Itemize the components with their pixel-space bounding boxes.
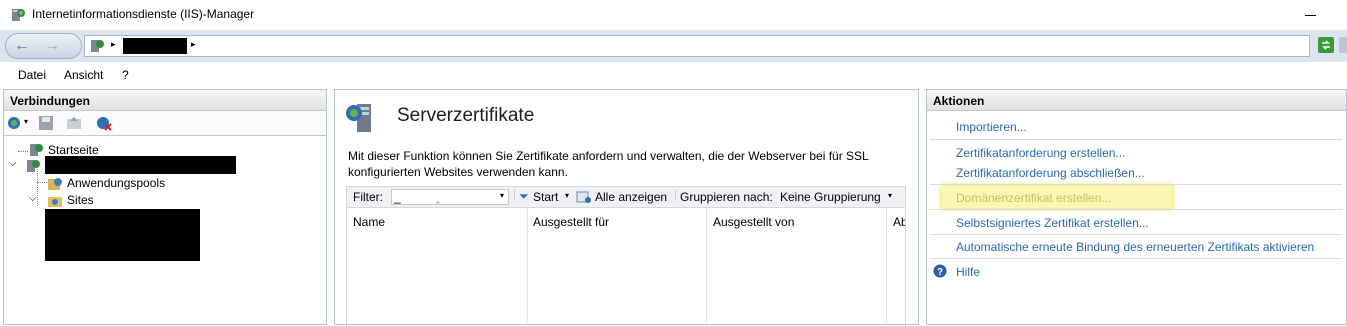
- tree-item-app-pools[interactable]: Anwendungspools: [67, 176, 165, 190]
- dropdown-arrow-icon[interactable]: ▾: [888, 191, 892, 200]
- app-pools-icon: [48, 178, 62, 190]
- start-filter-button[interactable]: Start: [533, 190, 558, 204]
- svg-text:?: ?: [937, 267, 943, 278]
- start-page-icon: [30, 144, 43, 156]
- help-icon: ?: [933, 264, 947, 278]
- toolbar-separator: |: [674, 187, 678, 201]
- server-icon: [27, 160, 40, 172]
- minimize-button[interactable]: [1300, 6, 1320, 22]
- feature-panel: Serverzertifikate Mit dieser Funktion kö…: [334, 89, 919, 326]
- redacted-sites-list: [45, 209, 200, 261]
- feature-description: Mit dieser Funktion können Sie Zertifika…: [348, 149, 869, 179]
- filter-bar: Filter: _ ▾ | ⏷ Start ▾ Alle anzeigen | …: [346, 186, 906, 208]
- sites-folder-icon: [48, 197, 62, 207]
- dropdown-arrow-icon[interactable]: ▾: [24, 117, 28, 126]
- dropdown-arrow-icon[interactable]: ▾: [500, 191, 504, 200]
- action-help[interactable]: Hilfe: [956, 265, 980, 279]
- actions-separator: [930, 234, 1342, 235]
- connect-globe-icon[interactable]: [7, 115, 23, 131]
- actions-header: Aktionen: [927, 90, 1346, 111]
- action-import[interactable]: Importieren...: [956, 120, 1027, 134]
- tree-item-start[interactable]: Startseite: [48, 143, 99, 157]
- redacted-server-node[interactable]: [45, 156, 236, 174]
- column-issued-by[interactable]: Ausgestellt von: [713, 215, 794, 229]
- group-by-select[interactable]: Keine Gruppierung: [780, 190, 881, 204]
- menu-file[interactable]: Datei: [18, 68, 46, 82]
- breadcrumb-arrow-icon[interactable]: ▸: [111, 39, 116, 50]
- expand-chevron-icon[interactable]: ⌵: [9, 158, 17, 169]
- connections-toolbar: ▾: [4, 111, 326, 136]
- refresh-icon[interactable]: [1318, 37, 1334, 53]
- tree-line: [37, 182, 47, 183]
- column-expiration[interactable]: Ab: [893, 215, 905, 229]
- address-bar: ← → ▸ ▸: [0, 30, 1347, 62]
- show-all-icon[interactable]: [576, 190, 592, 205]
- tree-line: [37, 169, 39, 206]
- server-icon: [91, 40, 104, 52]
- filter-input-value: _: [394, 190, 401, 204]
- filter-input[interactable]: _ ▾: [391, 189, 509, 205]
- certificates-grid: ⌃ Name Ausgestellt für Ausgestellt von A…: [346, 200, 906, 326]
- tree-line: [18, 151, 28, 152]
- expand-chevron-icon[interactable]: ⌵: [29, 193, 37, 204]
- iis-app-icon: [12, 9, 25, 21]
- action-create-request[interactable]: Zertifikatanforderung erstellen...: [956, 146, 1125, 160]
- action-complete-request[interactable]: Zertifikatanforderung abschließen...: [956, 166, 1145, 180]
- menu-help[interactable]: ?: [122, 68, 129, 82]
- stop-icon[interactable]: [1339, 37, 1347, 53]
- menu-view[interactable]: Ansicht: [64, 68, 103, 82]
- column-separator[interactable]: [527, 208, 528, 326]
- disconnect-icon[interactable]: [96, 115, 112, 131]
- connections-header: Verbindungen: [4, 90, 326, 111]
- page-title: Serverzertifikate: [397, 105, 535, 126]
- connections-panel: Verbindungen ▾ Startseite ⌵ Anwendungspo…: [3, 89, 327, 325]
- up-level-icon[interactable]: [66, 115, 82, 131]
- server-certificates-icon: [346, 104, 371, 132]
- group-by-label: Gruppieren nach:: [680, 190, 773, 204]
- forward-arrow-icon[interactable]: →: [44, 37, 60, 55]
- actions-separator: [930, 209, 1342, 210]
- menu-bar: Datei Ansicht ?: [0, 62, 1347, 86]
- action-create-domain-certificate[interactable]: Domänenzertifikat erstellen...: [956, 191, 1111, 205]
- nav-buttons: ← →: [5, 33, 82, 59]
- dropdown-arrow-icon[interactable]: ▾: [565, 191, 569, 200]
- action-create-self-signed[interactable]: Selbstsigniertes Zertifikat erstellen...: [956, 216, 1149, 230]
- actions-separator: [930, 258, 1342, 259]
- window-title: Internetinformationsdienste (IIS)-Manage…: [32, 7, 255, 21]
- address-field[interactable]: ▸ ▸: [84, 35, 1310, 57]
- title-bar: Internetinformationsdienste (IIS)-Manage…: [0, 0, 1347, 30]
- breadcrumb-arrow-icon[interactable]: ▸: [191, 39, 196, 50]
- actions-separator: [930, 139, 1342, 140]
- filter-funnel-icon[interactable]: ⏷: [519, 189, 529, 204]
- show-all-button[interactable]: Alle anzeigen: [595, 190, 667, 204]
- filter-label: Filter:: [353, 190, 383, 204]
- redacted-server-name: [123, 38, 187, 54]
- column-separator[interactable]: [706, 208, 707, 326]
- sort-up-icon: ⌃: [434, 200, 442, 210]
- tree-item-sites[interactable]: Sites: [67, 193, 94, 207]
- actions-separator: [930, 184, 1342, 185]
- action-auto-rebind[interactable]: Automatische erneute Bindung des erneuer…: [956, 240, 1314, 254]
- column-issued-to[interactable]: Ausgestellt für: [533, 215, 609, 229]
- column-separator[interactable]: [886, 208, 887, 326]
- toolbar-separator: |: [513, 187, 517, 201]
- back-arrow-icon[interactable]: ←: [14, 37, 30, 55]
- save-icon[interactable]: [38, 115, 54, 131]
- column-name[interactable]: Name: [353, 215, 385, 229]
